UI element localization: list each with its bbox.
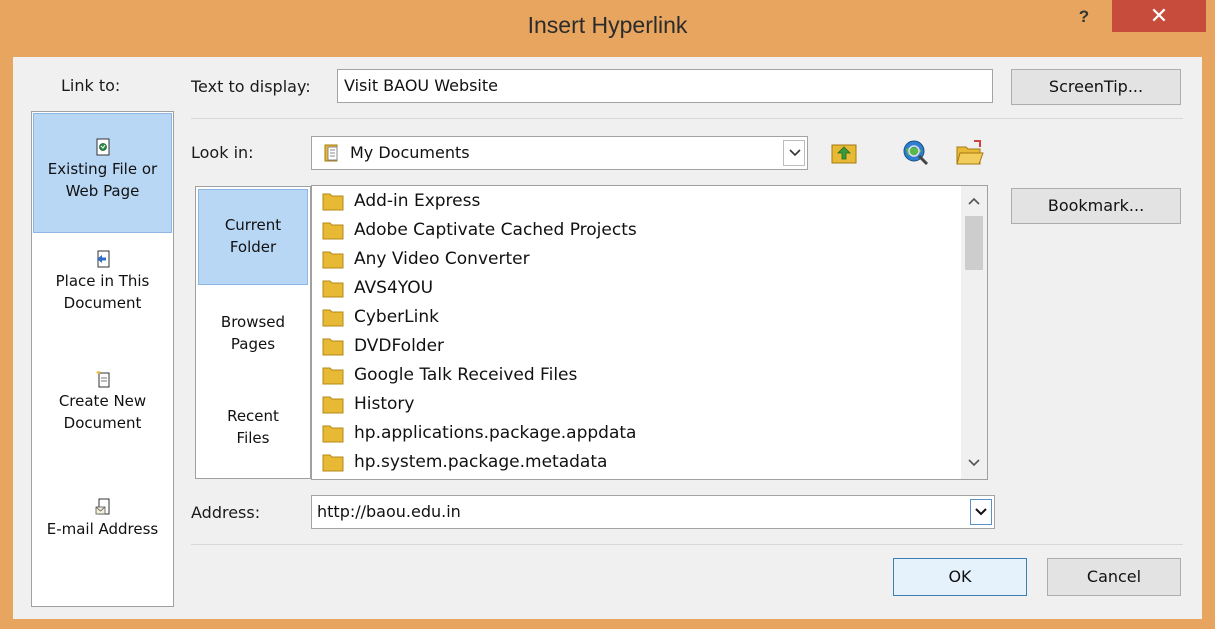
close-icon: ✕ (1149, 3, 1169, 28)
close-button[interactable]: ✕ (1112, 0, 1206, 32)
folder-icon (322, 222, 344, 240)
up-folder-button[interactable] (828, 137, 860, 169)
link-to-label-2a: Place in This (55, 272, 150, 290)
browsed-pages-tab[interactable]: Browsed Pages (198, 311, 308, 371)
file-name: Adobe Captivate Cached Projects (354, 220, 637, 240)
list-item[interactable]: hp.applications.package.appdata (322, 419, 952, 448)
look-in-value: My Documents (350, 143, 470, 162)
link-to-label-1b: Web Page (65, 182, 140, 200)
look-in-combo[interactable]: My Documents (311, 136, 808, 170)
folder-icon (322, 367, 344, 385)
browse-file-button[interactable] (954, 137, 986, 169)
file-name: History (354, 394, 415, 414)
list-item[interactable]: CyberLink (322, 303, 952, 332)
list-item[interactable]: History (322, 390, 952, 419)
list-item[interactable]: Adobe Captivate Cached Projects (322, 216, 952, 245)
vertical-scrollbar[interactable] (961, 186, 987, 479)
scroll-up-button[interactable] (961, 188, 987, 214)
file-name: hp.system.package.metadata (354, 452, 608, 472)
browse-web-icon (903, 140, 929, 166)
file-name: AVS4YOU (354, 278, 434, 298)
current-folder-label-b: Folder (229, 238, 277, 256)
link-to-label-3a: Create New (58, 392, 147, 410)
new-document-icon (95, 371, 109, 388)
browsed-pages-label-a: Browsed (220, 313, 286, 331)
link-to-existing-file[interactable]: Existing File or Web Page (33, 113, 172, 233)
help-button[interactable]: ? (1070, 2, 1098, 32)
file-name: Any Video Converter (354, 249, 530, 269)
browse-file-icon (956, 140, 984, 165)
text-to-display-input[interactable]: Visit BAOU Website (337, 69, 993, 103)
dialog-window: Insert Hyperlink ? ✕ Link to: Existing F… (0, 0, 1215, 629)
file-name: hp.applications.package.appdata (354, 423, 637, 443)
address-value: http://baou.edu.in (317, 502, 461, 521)
cancel-button[interactable]: Cancel (1047, 558, 1181, 596)
recent-files-label-b: Files (236, 429, 270, 447)
link-to-label-4a: E-mail Address (46, 520, 159, 538)
browse-web-button[interactable] (900, 137, 932, 169)
list-item[interactable]: Google Talk Received Files (322, 361, 952, 390)
browsed-pages-label-b: Pages (230, 335, 276, 353)
file-list[interactable]: Add-in Express Adobe Captivate Cached Pr… (311, 185, 988, 480)
list-item[interactable]: AVS4YOU (322, 274, 952, 303)
chevron-down-icon (968, 459, 980, 467)
title-bar[interactable]: Insert Hyperlink ? ✕ (0, 0, 1215, 57)
list-item[interactable]: Any Video Converter (322, 245, 952, 274)
chevron-down-icon (975, 508, 987, 516)
address-input[interactable]: http://baou.edu.in (311, 495, 995, 529)
scroll-thumb[interactable] (965, 216, 983, 270)
recent-files-tab[interactable]: Recent Files (198, 405, 308, 465)
list-item[interactable]: Add-in Express (322, 187, 952, 216)
file-name: Google Talk Received Files (354, 365, 578, 385)
link-to-email-address[interactable]: E-mail Address (33, 498, 172, 578)
link-to-create-new-document[interactable]: Create New Document (33, 370, 172, 470)
dialog-body: Link to: Existing File or Web Page Place… (13, 57, 1202, 619)
email-icon (95, 498, 109, 515)
folder-icon (322, 280, 344, 298)
place-in-document-icon (96, 250, 109, 268)
bookmark-button[interactable]: Bookmark... (1011, 188, 1181, 224)
list-item[interactable]: DVDFolder (322, 332, 952, 361)
existing-file-icon (96, 138, 109, 156)
address-dropdown-button[interactable] (970, 499, 992, 525)
file-name: Add-in Express (354, 191, 481, 211)
folder-icon (322, 454, 344, 472)
link-to-bar: Existing File or Web Page Place in This … (31, 111, 174, 607)
link-to-label-1a: Existing File or (47, 160, 158, 178)
folder-icon (322, 425, 344, 443)
current-folder-label-a: Current (224, 216, 282, 234)
dialog-title: Insert Hyperlink (527, 12, 688, 38)
current-folder-tab[interactable]: Current Folder (198, 189, 308, 285)
address-label: Address: (191, 503, 261, 522)
up-folder-icon (831, 144, 857, 164)
separator (191, 544, 1183, 545)
chevron-down-icon (789, 149, 801, 157)
link-to-label: Link to: (61, 76, 121, 95)
look-in-label: Look in: (191, 143, 254, 162)
folder-icon (322, 251, 344, 269)
folder-icon (322, 193, 344, 211)
my-documents-icon (324, 144, 338, 162)
chevron-up-icon (968, 197, 980, 205)
folder-icon (322, 309, 344, 327)
link-to-label-3b: Document (63, 414, 142, 432)
link-to-label-2b: Document (63, 294, 142, 312)
separator (191, 118, 1183, 119)
look-in-dropdown-button[interactable] (783, 140, 805, 166)
folder-icon (322, 396, 344, 414)
scroll-down-button[interactable] (961, 450, 987, 476)
file-name: CyberLink (354, 307, 439, 327)
list-item[interactable]: hp.system.package.metadata (322, 448, 952, 477)
link-to-place-in-document[interactable]: Place in This Document (33, 250, 172, 350)
folder-icon (322, 338, 344, 356)
file-name: DVDFolder (354, 336, 445, 356)
text-to-display-label: Text to display: (191, 77, 311, 96)
browse-sub-nav: Current Folder Browsed Pages Recent File… (195, 186, 311, 479)
ok-button[interactable]: OK (893, 558, 1027, 596)
recent-files-label-a: Recent (227, 407, 279, 425)
screentip-button[interactable]: ScreenTip... (1011, 69, 1181, 105)
